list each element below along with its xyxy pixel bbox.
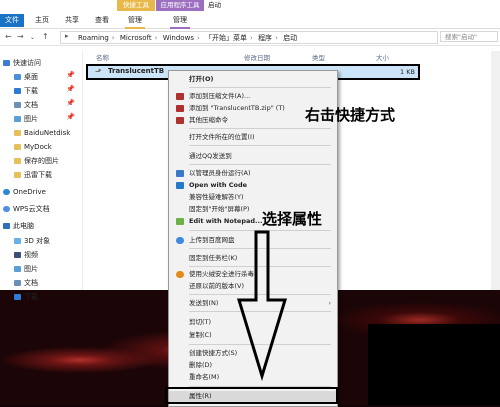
properties-highlight-box xyxy=(165,387,338,404)
down-arrow-icon xyxy=(236,230,288,382)
annotation-arrow xyxy=(236,230,288,382)
